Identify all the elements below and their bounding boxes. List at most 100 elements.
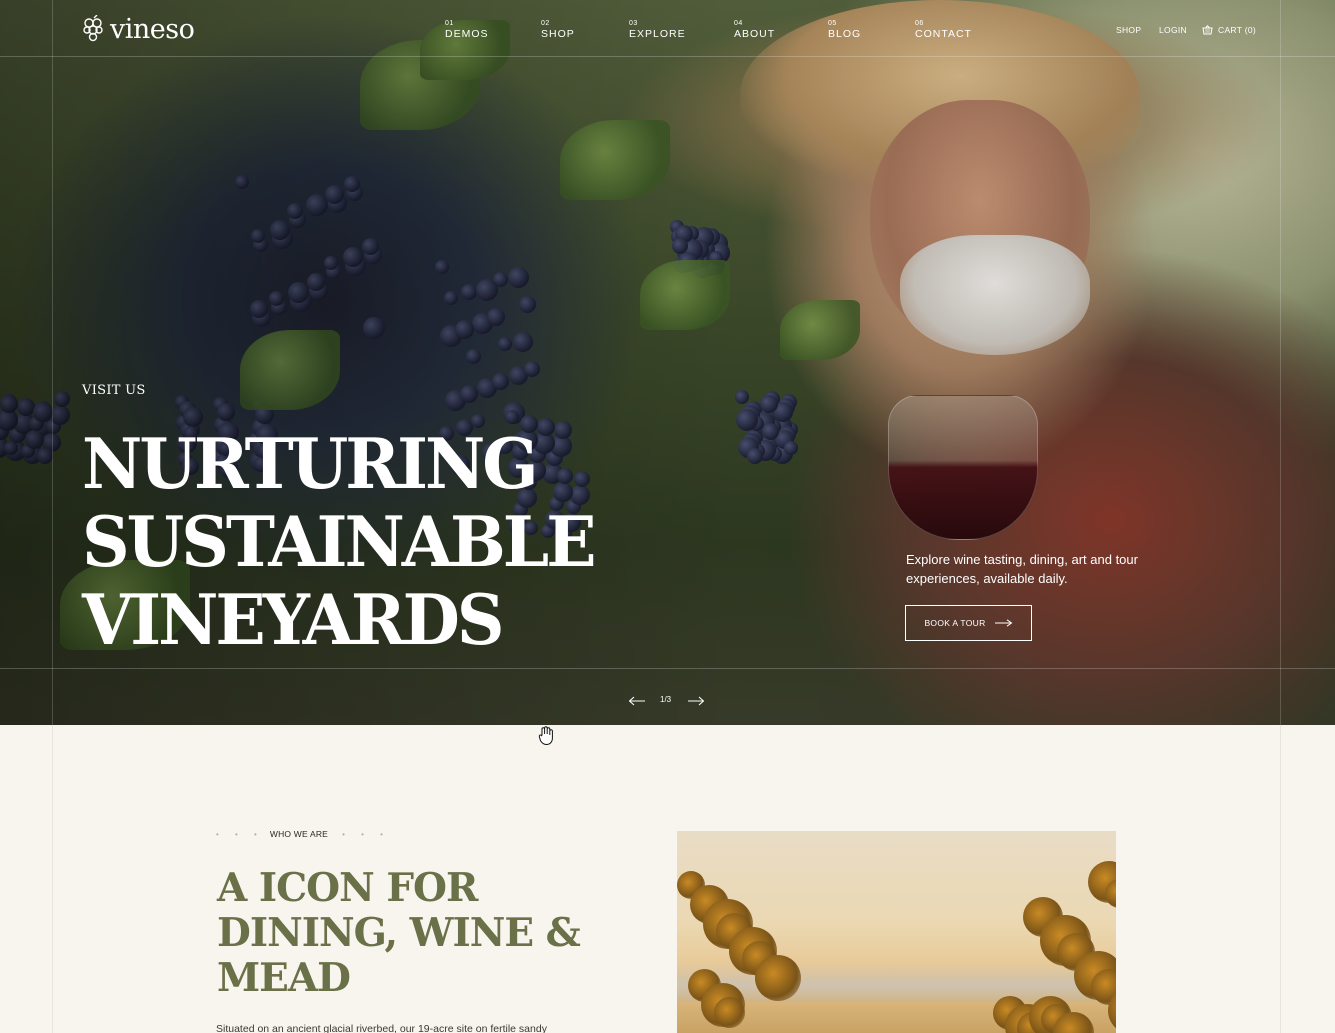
grape bbox=[524, 361, 540, 377]
util-shop-link[interactable]: SHOP bbox=[1116, 25, 1141, 35]
grape bbox=[759, 436, 778, 455]
grape bbox=[766, 419, 781, 434]
grape bbox=[707, 233, 728, 254]
hero-title: NURTURING SUSTAINABLE VINEYARDS bbox=[82, 423, 596, 661]
hero-beard-shape bbox=[900, 235, 1090, 355]
hero-title-line: NURTURING bbox=[82, 423, 539, 505]
grape bbox=[455, 320, 474, 339]
grape bbox=[672, 238, 688, 254]
grape bbox=[675, 225, 693, 243]
who-we-are-eyebrow: • • • WHO WE ARE • • • bbox=[216, 829, 390, 839]
nav-number: 04 bbox=[734, 20, 743, 27]
grape bbox=[762, 423, 779, 440]
grape bbox=[779, 426, 796, 443]
nav-item-explore[interactable]: 03 EXPLORE bbox=[629, 20, 686, 40]
grape bbox=[38, 447, 52, 461]
grape bbox=[503, 402, 525, 424]
grape bbox=[269, 291, 284, 306]
grape bbox=[255, 405, 274, 424]
grape bbox=[487, 308, 505, 326]
grape bbox=[772, 443, 793, 464]
nav-number: 03 bbox=[629, 20, 638, 27]
grape bbox=[326, 264, 341, 279]
grape bbox=[670, 220, 684, 234]
grape bbox=[5, 440, 26, 461]
grape bbox=[251, 229, 265, 243]
grape bbox=[440, 325, 462, 347]
grape bbox=[4, 441, 18, 455]
hero-eyebrow: VISIT US bbox=[82, 383, 146, 398]
nav-item-contact[interactable]: 06 CONTACT bbox=[915, 20, 972, 40]
grape bbox=[444, 291, 458, 305]
grape bbox=[253, 237, 268, 252]
hero-description: Explore wine tasting, dining, art and to… bbox=[906, 552, 1138, 586]
grape bbox=[290, 290, 312, 312]
hand-cursor-icon bbox=[538, 726, 553, 746]
slider-next-button[interactable] bbox=[688, 693, 705, 711]
cart-label: CART (0) bbox=[1218, 25, 1256, 35]
arrow-right-icon bbox=[688, 696, 705, 706]
grape bbox=[345, 255, 366, 276]
grape bbox=[671, 229, 686, 244]
grape bbox=[784, 441, 798, 455]
grape bbox=[460, 385, 478, 403]
grape bbox=[687, 253, 704, 270]
nav-number: 05 bbox=[828, 20, 837, 27]
who-we-are-label: WHO WE ARE bbox=[269, 829, 329, 839]
grape bbox=[508, 267, 529, 288]
hero-face-shape bbox=[870, 100, 1090, 350]
grape bbox=[445, 390, 466, 411]
grape bbox=[325, 185, 344, 204]
grape bbox=[498, 337, 512, 351]
grape bbox=[696, 254, 710, 268]
grape bbox=[753, 412, 775, 434]
cart-icon bbox=[1202, 25, 1213, 35]
grape bbox=[0, 422, 8, 437]
grape bbox=[461, 284, 477, 300]
slider-prev-button[interactable] bbox=[628, 693, 645, 711]
grape bbox=[362, 238, 379, 255]
grape bbox=[175, 395, 189, 409]
vine-leaf bbox=[360, 40, 480, 130]
vine-foliage bbox=[714, 997, 745, 1028]
arrow-left-icon bbox=[628, 696, 645, 706]
nav-item-blog[interactable]: 05 BLOG bbox=[828, 20, 861, 40]
vine-leaf bbox=[560, 120, 670, 200]
grape bbox=[0, 408, 17, 428]
grape bbox=[505, 410, 519, 424]
grape bbox=[308, 202, 322, 216]
grape bbox=[33, 402, 53, 422]
grape bbox=[708, 242, 730, 264]
nav-number: 06 bbox=[915, 20, 924, 27]
vineyard-image bbox=[677, 831, 1116, 1033]
util-login-link[interactable]: LOGIN bbox=[1159, 25, 1187, 35]
hero-bottom-divider bbox=[0, 668, 1335, 669]
nav-item-demos[interactable]: 01 DEMOS bbox=[445, 20, 489, 40]
grape bbox=[17, 398, 35, 416]
grape bbox=[740, 405, 760, 425]
brand-logo[interactable]: vineso bbox=[82, 14, 195, 45]
cart-link[interactable]: CART (0) bbox=[1202, 25, 1256, 35]
grape bbox=[0, 436, 8, 455]
grape bbox=[22, 443, 43, 464]
grape bbox=[252, 308, 271, 327]
grape bbox=[251, 399, 267, 415]
grape bbox=[768, 447, 782, 461]
grape bbox=[519, 296, 536, 313]
grape bbox=[37, 448, 53, 464]
grape bbox=[513, 332, 533, 352]
decorative-dots: • • • bbox=[216, 829, 264, 839]
grape bbox=[735, 390, 749, 404]
grape bbox=[30, 415, 52, 437]
nav-item-shop[interactable]: 02 SHOP bbox=[541, 20, 575, 40]
grape bbox=[477, 378, 497, 398]
grape bbox=[686, 244, 702, 260]
grape bbox=[271, 299, 287, 315]
book-tour-button[interactable]: BOOK A TOUR bbox=[905, 605, 1032, 641]
nav-item-about[interactable]: 04 ABOUT bbox=[734, 20, 775, 40]
grape bbox=[217, 403, 235, 421]
grape bbox=[684, 226, 699, 241]
grape bbox=[235, 175, 249, 189]
grape bbox=[746, 429, 763, 446]
frame-line-left bbox=[52, 0, 53, 1033]
